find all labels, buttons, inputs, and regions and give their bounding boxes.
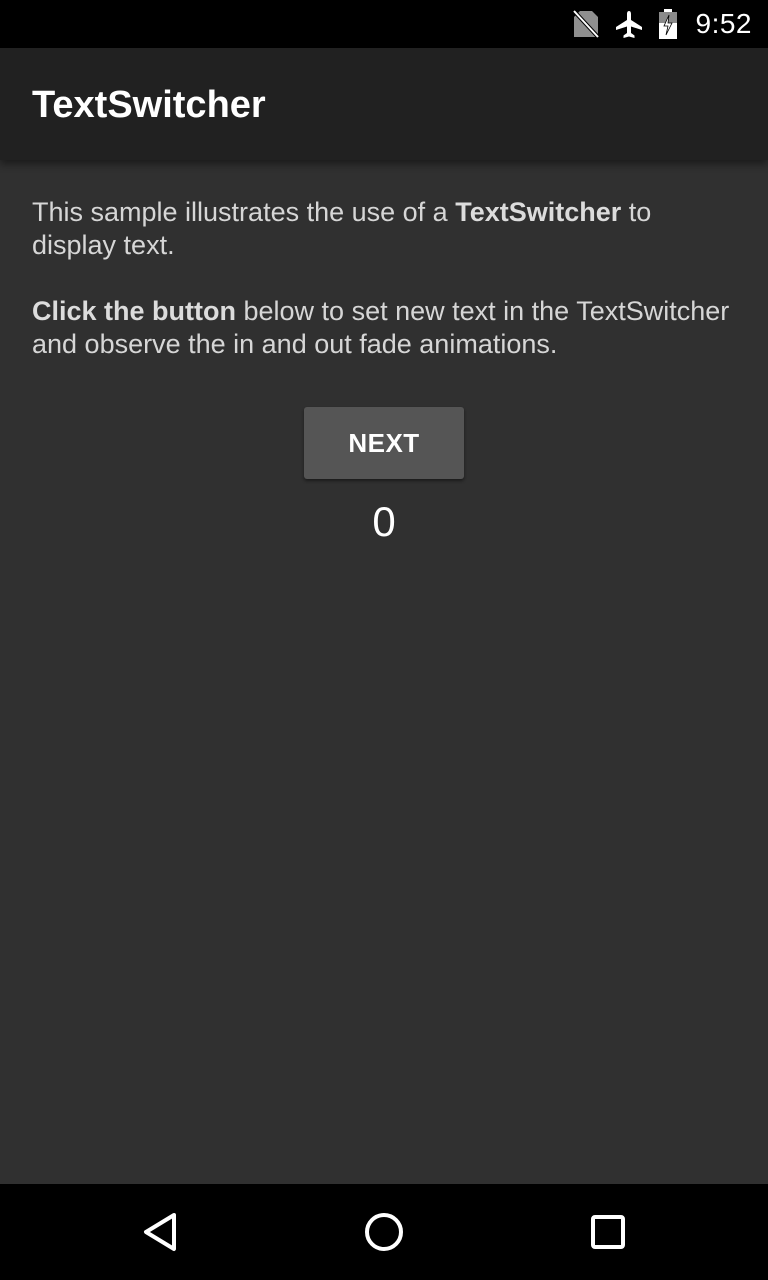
app-title: TextSwitcher — [32, 84, 266, 126]
airplane-mode-icon — [614, 9, 644, 39]
recents-icon[interactable] — [584, 1208, 632, 1256]
navigation-bar — [0, 1184, 768, 1280]
main-content: This sample illustrates the use of a Tex… — [0, 160, 768, 1184]
no-sim-icon — [571, 9, 600, 39]
battery-icon — [658, 9, 678, 39]
status-icons: 9:52 — [571, 0, 753, 48]
next-button[interactable]: NEXT — [304, 407, 464, 479]
intro-paragraph: This sample illustrates the use of a Tex… — [32, 196, 732, 262]
status-bar: 9:52 — [0, 0, 768, 48]
app-bar: TextSwitcher — [0, 48, 768, 160]
home-icon[interactable] — [360, 1208, 408, 1256]
intro-text: This sample illustrates the use of a — [32, 197, 456, 227]
instruction-bold-text: Click the button — [32, 296, 236, 326]
screen: 9:52 TextSwitcher This sample illustrate… — [0, 0, 768, 1280]
intro-bold-text: TextSwitcher — [455, 197, 622, 227]
text-switcher-value: 0 — [372, 498, 396, 545]
back-icon[interactable] — [136, 1208, 184, 1256]
instruction-paragraph: Click the button below to set new text i… — [32, 295, 732, 361]
status-time: 9:52 — [695, 8, 752, 39]
